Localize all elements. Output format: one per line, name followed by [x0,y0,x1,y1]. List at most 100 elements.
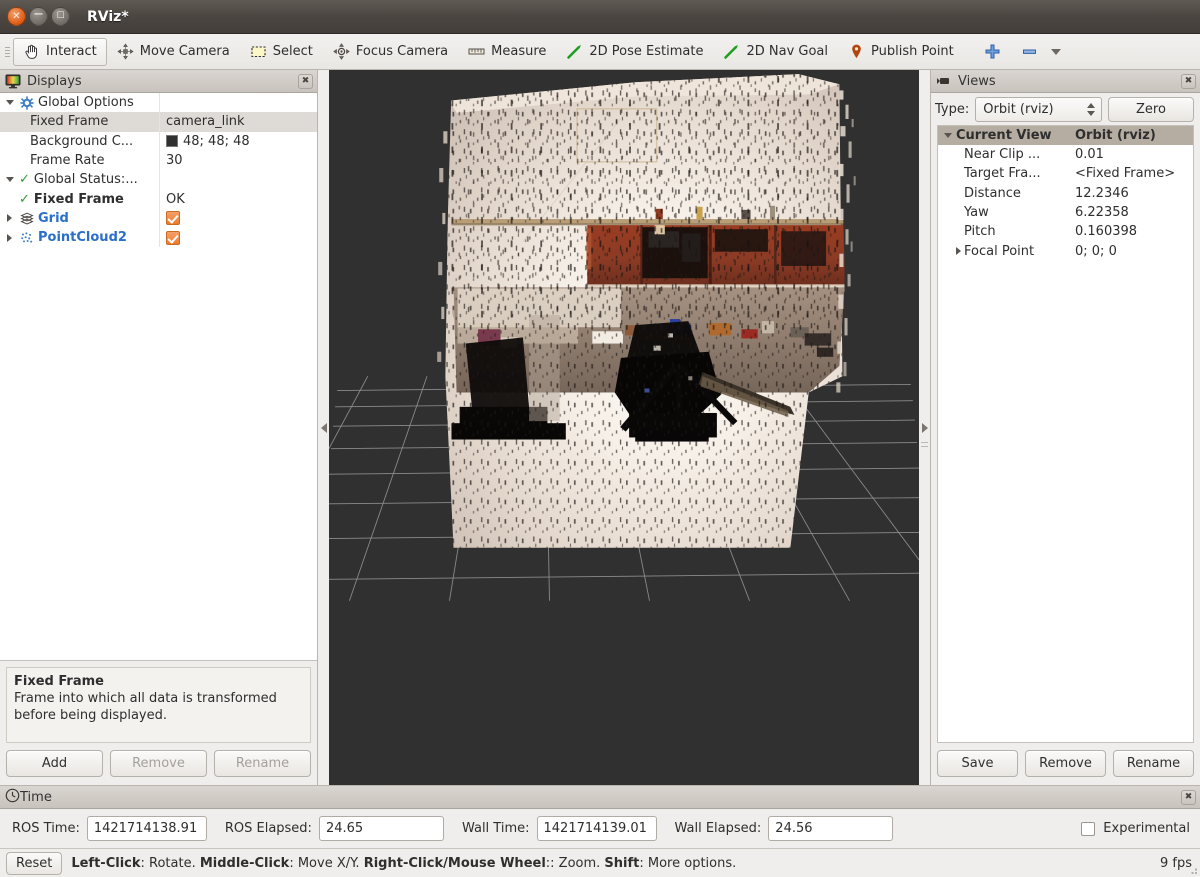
resize-grip-icon[interactable] [1186,863,1198,875]
tree-row-global-options[interactable]: Global Options [0,93,317,113]
tool-label: Measure [491,44,547,59]
tool-select[interactable]: Select [240,38,323,66]
spinner-arrows-icon[interactable] [1087,102,1097,116]
status-bar: Reset Left-Click: Rotate. Middle-Click: … [0,848,1200,877]
render-viewport-3d[interactable] [329,70,919,785]
views-row-yaw[interactable]: Yaw 6.22358 [938,203,1193,222]
views-row-value[interactable]: 12.2346 [1075,186,1129,201]
tree-label: Global Options [38,95,134,111]
twisty-right-icon[interactable] [4,233,15,242]
status-ok-icon: ✓ [19,191,30,207]
tree-row-status-fixed-frame[interactable]: ✓ Fixed Frame OK [0,189,317,209]
pointcloud-geometry [445,74,845,548]
close-button[interactable]: ✕ [7,7,26,26]
add-display-button[interactable]: Add [6,749,103,777]
toolbar-grip[interactable] [2,41,11,63]
reset-button[interactable]: Reset [6,851,63,875]
tool-focus-camera[interactable]: Focus Camera [323,38,458,66]
experimental-toggle[interactable]: Experimental [1081,821,1194,836]
displays-dock-header: Displays ✖ [0,70,317,93]
tool-publish-point[interactable]: Publish Point [838,38,964,66]
hint-shift: Shift [604,855,640,871]
tree-row-background-color[interactable]: Background C... 48; 48; 48 [0,131,317,151]
tree-label[interactable]: Grid [38,211,69,226]
wall-time-value: 1421714139.01 [543,821,647,836]
tree-row-fixed-frame[interactable]: Fixed Frame camera_link [0,112,317,132]
views-row-value[interactable]: 0.01 [1075,147,1104,162]
close-icon[interactable]: ✖ [298,73,313,89]
twisty-down-icon[interactable] [942,133,953,138]
tool-2d-nav-goal[interactable]: 2D Nav Goal [713,38,838,66]
views-tree[interactable]: Current View Orbit (rviz) Near Clip ... … [937,125,1194,743]
grid-enabled-checkbox[interactable] [166,211,180,226]
tree-value[interactable]: 30 [166,153,183,168]
tree-value[interactable]: 48; 48; 48 [183,134,250,149]
tool-move-camera[interactable]: Move Camera [107,38,240,66]
rename-view-button[interactable]: Rename [1113,750,1194,777]
pointcloud2-enabled-checkbox[interactable] [166,230,180,245]
rename-display-button[interactable]: Rename [214,749,311,777]
views-row-value[interactable]: <Fixed Frame> [1075,166,1175,181]
tree-row-global-status[interactable]: ✓ Global Status:... [0,170,317,190]
views-row-near-clip[interactable]: Near Clip ... 0.01 [938,145,1193,164]
collapse-left-arrow-icon[interactable] [320,422,327,433]
close-icon[interactable]: ✖ [1181,789,1196,805]
add-tool-button[interactable] [974,38,1011,66]
twisty-right-icon[interactable] [4,214,15,223]
remove-tool-button[interactable] [1011,38,1071,66]
ros-elapsed-input[interactable]: 24.65 [318,816,444,841]
tree-value[interactable]: camera_link [166,114,245,129]
chevron-down-icon[interactable] [1050,48,1061,55]
wall-time-input[interactable]: 1421714139.01 [536,816,657,841]
right-splitter-handle[interactable] [919,70,930,785]
tree-row-pointcloud2[interactable]: PointCloud2 [0,228,317,248]
save-view-button[interactable]: Save [937,750,1018,777]
views-row-pitch[interactable]: Pitch 0.160398 [938,222,1193,241]
tree-row-frame-rate[interactable]: Frame Rate 30 [0,150,317,171]
views-header-name: Current View [956,128,1052,143]
color-swatch[interactable] [166,135,178,148]
remove-view-button[interactable]: Remove [1025,750,1106,777]
minimize-button[interactable]: − [29,7,48,26]
left-splitter-handle[interactable] [318,70,329,785]
rviz-window: ✕ − ☐ RViz* Interact Move Camera Select … [0,0,1200,877]
description-text: Frame into which all data is transformed… [14,691,277,724]
displays-tree[interactable]: Global Options Fixed Frame camera_link B… [0,93,317,661]
views-row-focal-point[interactable]: Focal Point 0; 0; 0 [938,241,1193,260]
twisty-down-icon[interactable] [4,100,15,106]
views-row-value[interactable]: 6.22358 [1075,205,1129,220]
views-row-distance[interactable]: Distance 12.2346 [938,184,1193,203]
tool-interact[interactable]: Interact [13,37,107,66]
mouse-hint-text: Left-Click: Rotate. Middle-Click: Move X… [71,856,736,871]
splitter-grip[interactable] [921,441,928,447]
twisty-down-icon[interactable] [4,177,15,183]
hand-cursor-icon [23,43,40,60]
property-description: Fixed Frame Frame into which all data is… [6,667,311,743]
wall-elapsed-input[interactable]: 24.56 [768,816,894,841]
ros-time-input[interactable]: 1421714138.91 [86,816,207,841]
remove-display-button[interactable]: Remove [110,749,207,777]
nav-goal-arrow-icon [723,43,740,60]
views-row-value[interactable]: 0.160398 [1075,224,1137,239]
view-type-label: Type: [935,101,970,117]
view-type-select[interactable]: Orbit (rviz) [975,96,1102,122]
views-row-label: Near Clip ... [964,147,1041,163]
views-row-value[interactable]: 0; 0; 0 [1075,244,1117,259]
collapse-right-arrow-icon[interactable] [921,422,928,433]
views-dock-header: Views ✖ [931,70,1200,93]
time-fields-row: ROS Time: 1421714138.91 ROS Elapsed: 24.… [0,809,1200,848]
close-icon[interactable]: ✖ [1181,73,1196,89]
tree-row-grid[interactable]: Grid [0,208,317,229]
tree-value [160,93,317,112]
tool-2d-pose-estimate[interactable]: 2D Pose Estimate [556,38,713,66]
twisty-right-icon[interactable] [953,247,964,256]
views-row-target-frame[interactable]: Target Fra... <Fixed Frame> [938,164,1193,183]
tool-measure[interactable]: Measure [458,38,556,66]
ros-time-value: 1421714138.91 [93,821,198,836]
experimental-label: Experimental [1103,821,1190,836]
tree-label[interactable]: PointCloud2 [38,230,127,245]
wall-elapsed-value: 24.56 [775,821,813,836]
maximize-button[interactable]: ☐ [51,7,70,26]
experimental-checkbox[interactable] [1081,821,1096,836]
zero-button[interactable]: Zero [1108,96,1194,122]
